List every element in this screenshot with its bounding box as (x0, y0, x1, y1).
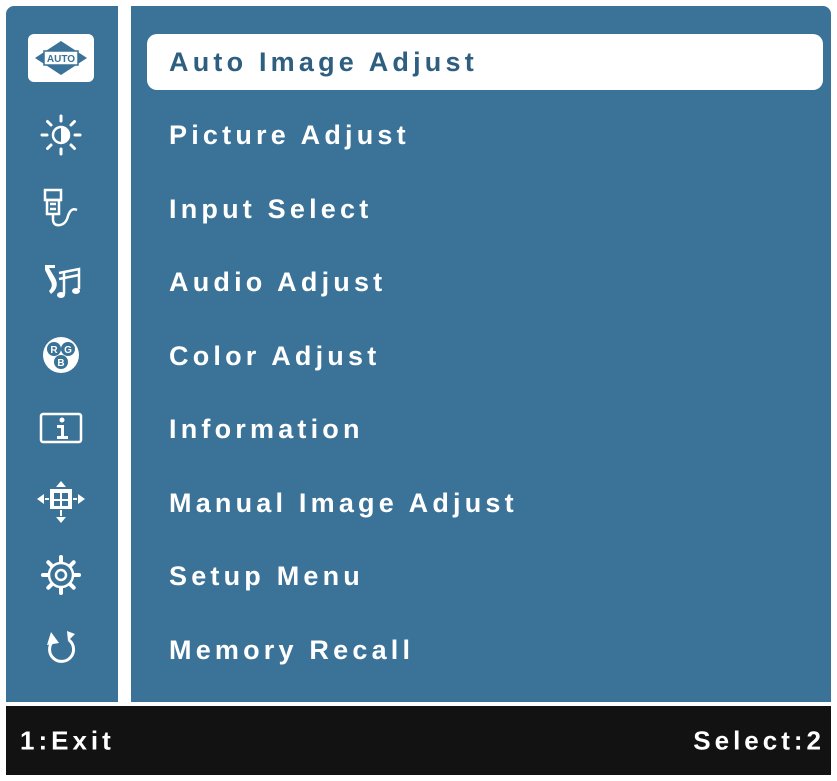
exit-hint: 1:Exit (20, 725, 115, 755)
rgb-letter-g: G (64, 345, 72, 356)
menu-item-audio-adjust[interactable]: Audio Adjust (147, 254, 823, 310)
audio-icon[interactable] (28, 257, 94, 305)
menu-panel: Auto Image Adjust Picture Adjust Input S… (131, 6, 831, 702)
rgb-letter-b: B (57, 358, 64, 369)
rgb-letter-r: R (50, 345, 58, 356)
osd-menu: AUTO R G B Auto Image Adjust Picture Adj… (6, 6, 831, 702)
auto-icon-label: AUTO (47, 54, 75, 65)
brightness-icon[interactable] (28, 111, 94, 159)
sidebar-divider (118, 6, 131, 702)
info-icon[interactable] (28, 404, 94, 452)
menu-item-setup-menu[interactable]: Setup Menu (147, 548, 823, 604)
gear-icon[interactable] (28, 551, 94, 599)
menu-item-information[interactable]: Information (147, 401, 823, 457)
input-icon[interactable] (28, 184, 94, 232)
menu-item-color-adjust[interactable]: Color Adjust (147, 328, 823, 384)
menu-item-manual-image-adjust[interactable]: Manual Image Adjust (147, 475, 823, 531)
auto-icon[interactable]: AUTO (28, 34, 94, 82)
menu-item-input-select[interactable]: Input Select (147, 181, 823, 237)
icon-sidebar: AUTO R G B (6, 6, 118, 702)
menu-item-auto-image-adjust[interactable]: Auto Image Adjust (147, 34, 823, 90)
key-hint-bar: 1:Exit Select:2 (6, 706, 831, 775)
select-hint: Select:2 (693, 725, 825, 755)
manual-image-icon[interactable] (28, 478, 94, 526)
menu-item-picture-adjust[interactable]: Picture Adjust (147, 107, 823, 163)
recall-icon[interactable] (28, 625, 94, 673)
rgb-color-icon[interactable]: R G B (28, 331, 94, 379)
menu-item-memory-recall[interactable]: Memory Recall (147, 622, 823, 678)
